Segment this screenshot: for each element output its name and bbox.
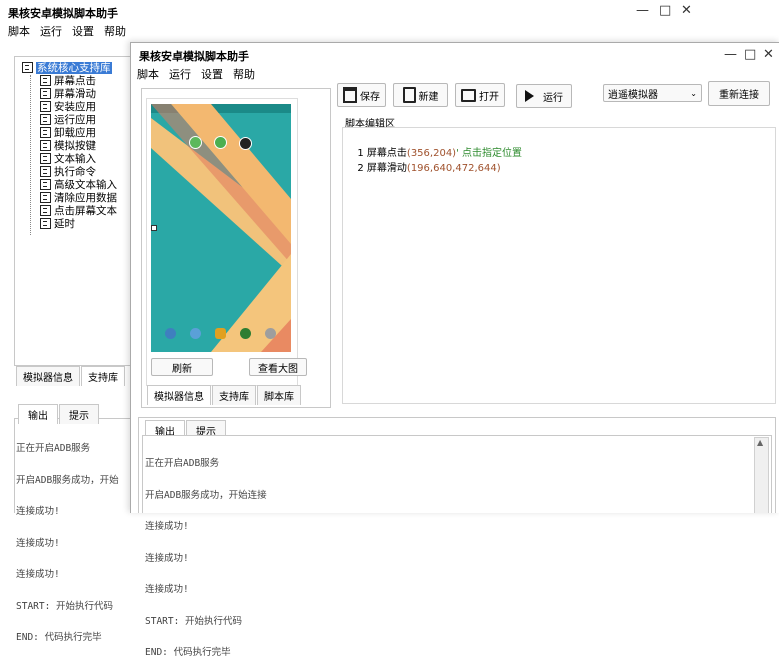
front-minimize-button[interactable]: — [724, 47, 737, 62]
reconnect-button[interactable]: 重新连接 [708, 81, 770, 106]
left-panel-tabs: 模拟器信息 支持库 脚本库 [147, 385, 302, 405]
cursor-marker-icon [151, 225, 157, 231]
save-icon [343, 87, 357, 103]
back-maximize-button[interactable]: □ [659, 3, 671, 18]
back-output-log: 正在开启ADB服务 开启ADB服务成功，开始 连接成功! 连接成功! 连接成功!… [16, 443, 119, 643]
run-button[interactable]: 运行 [516, 84, 572, 108]
tab-output[interactable]: 输出 [18, 404, 58, 424]
tree-item[interactable]: 点击屏幕文本 [22, 204, 117, 218]
function-icon [40, 191, 51, 203]
tree-root[interactable]: 系统核心支持库 [22, 61, 117, 75]
back-library-tree: 系统核心支持库 屏幕点击 屏幕滑动 安装应用 运行应用 卸载应用 模拟按键 文本… [22, 61, 117, 235]
app-icon[interactable] [215, 328, 226, 339]
open-button[interactable]: 打开 [455, 83, 505, 107]
output-log: 正在开启ADB服务 开启ADB服务成功，开始连接 连接成功! 连接成功! 连接成… [145, 458, 267, 658]
refresh-button[interactable]: 刷新 [151, 358, 213, 376]
tab-support-lib[interactable]: 支持库 [212, 385, 256, 405]
app-icon[interactable] [189, 136, 202, 149]
back-menu-help[interactable]: 帮助 [104, 25, 126, 38]
tree-item[interactable]: 模拟按键 [22, 139, 117, 153]
tree-item[interactable]: 高级文本输入 [22, 178, 117, 192]
front-maximize-button[interactable]: □ [744, 47, 756, 62]
back-close-button[interactable]: ✕ [681, 3, 692, 18]
new-button[interactable]: 新建 [393, 83, 448, 107]
back-minimize-button[interactable]: — [636, 3, 649, 18]
front-menu-script[interactable]: 脚本 [137, 68, 159, 81]
front-menu-settings[interactable]: 设置 [201, 68, 223, 81]
code-line[interactable]: 2 屏幕滑动(196,640,472,644) [351, 146, 500, 176]
tree-item[interactable]: 屏幕滑动 [22, 87, 117, 101]
tree-item[interactable]: 文本输入 [22, 152, 117, 166]
function-icon [40, 100, 51, 112]
back-menu-bar: 脚本 运行 设置 帮助 [8, 23, 136, 39]
front-menu-run[interactable]: 运行 [169, 68, 191, 81]
tab-support-lib[interactable]: 支持库 [81, 366, 125, 386]
tab-emulator-info[interactable]: 模拟器信息 [16, 366, 80, 386]
app-icon[interactable] [165, 328, 176, 339]
back-menu-settings[interactable]: 设置 [72, 25, 94, 38]
library-icon [22, 61, 33, 73]
tab-script-lib[interactable]: 脚本库 [257, 385, 301, 405]
phone-screen[interactable] [151, 104, 291, 352]
function-icon [40, 204, 51, 216]
function-icon [40, 126, 51, 138]
tree-item[interactable]: 运行应用 [22, 113, 117, 127]
tree-item[interactable]: 屏幕点击 [22, 74, 117, 88]
app-icon[interactable] [265, 328, 276, 339]
tree-item[interactable]: 清除应用数据 [22, 191, 117, 205]
new-file-icon [402, 87, 416, 103]
function-icon [40, 87, 51, 99]
app-icon[interactable] [239, 137, 252, 150]
tree-item[interactable]: 安装应用 [22, 100, 117, 114]
function-icon [40, 139, 51, 151]
app-icon[interactable] [214, 136, 227, 149]
tab-emulator-info[interactable]: 模拟器信息 [147, 385, 211, 405]
open-folder-icon [461, 88, 476, 102]
front-menu-bar: 脚本 运行 设置 帮助 [137, 66, 265, 82]
tab-hint[interactable]: 提示 [59, 404, 99, 424]
play-icon [525, 90, 534, 102]
back-output-tabs: 输出 提示 [18, 404, 100, 424]
function-icon [40, 217, 51, 229]
tree-item[interactable]: 延时 [22, 217, 117, 231]
front-window-title: 果核安卓模拟脚本助手 [139, 50, 249, 63]
chevron-down-icon: ⌄ [690, 88, 697, 98]
function-icon [40, 152, 51, 164]
tree-item[interactable]: 卸载应用 [22, 126, 117, 140]
tree-item[interactable]: 执行命令 [22, 165, 117, 179]
app-icon[interactable] [240, 328, 251, 339]
back-panel-tabs: 模拟器信息 支持库 [16, 366, 126, 386]
function-icon [40, 74, 51, 86]
back-menu-script[interactable]: 脚本 [8, 25, 30, 38]
output-scrollbar[interactable] [754, 437, 769, 513]
view-large-button[interactable]: 查看大图 [249, 358, 307, 376]
function-icon [40, 165, 51, 177]
function-icon [40, 178, 51, 190]
app-icon[interactable] [190, 328, 201, 339]
save-button[interactable]: 保存 [337, 83, 386, 107]
back-menu-run[interactable]: 运行 [40, 25, 62, 38]
back-window-title: 果核安卓模拟脚本助手 [8, 7, 118, 20]
function-icon [40, 113, 51, 125]
front-close-button[interactable]: ✕ [763, 47, 774, 62]
scroll-up-icon[interactable]: ▲ [757, 438, 763, 447]
front-menu-help[interactable]: 帮助 [233, 68, 255, 81]
emulator-select[interactable]: 逍遥模拟器 ⌄ [603, 84, 702, 102]
